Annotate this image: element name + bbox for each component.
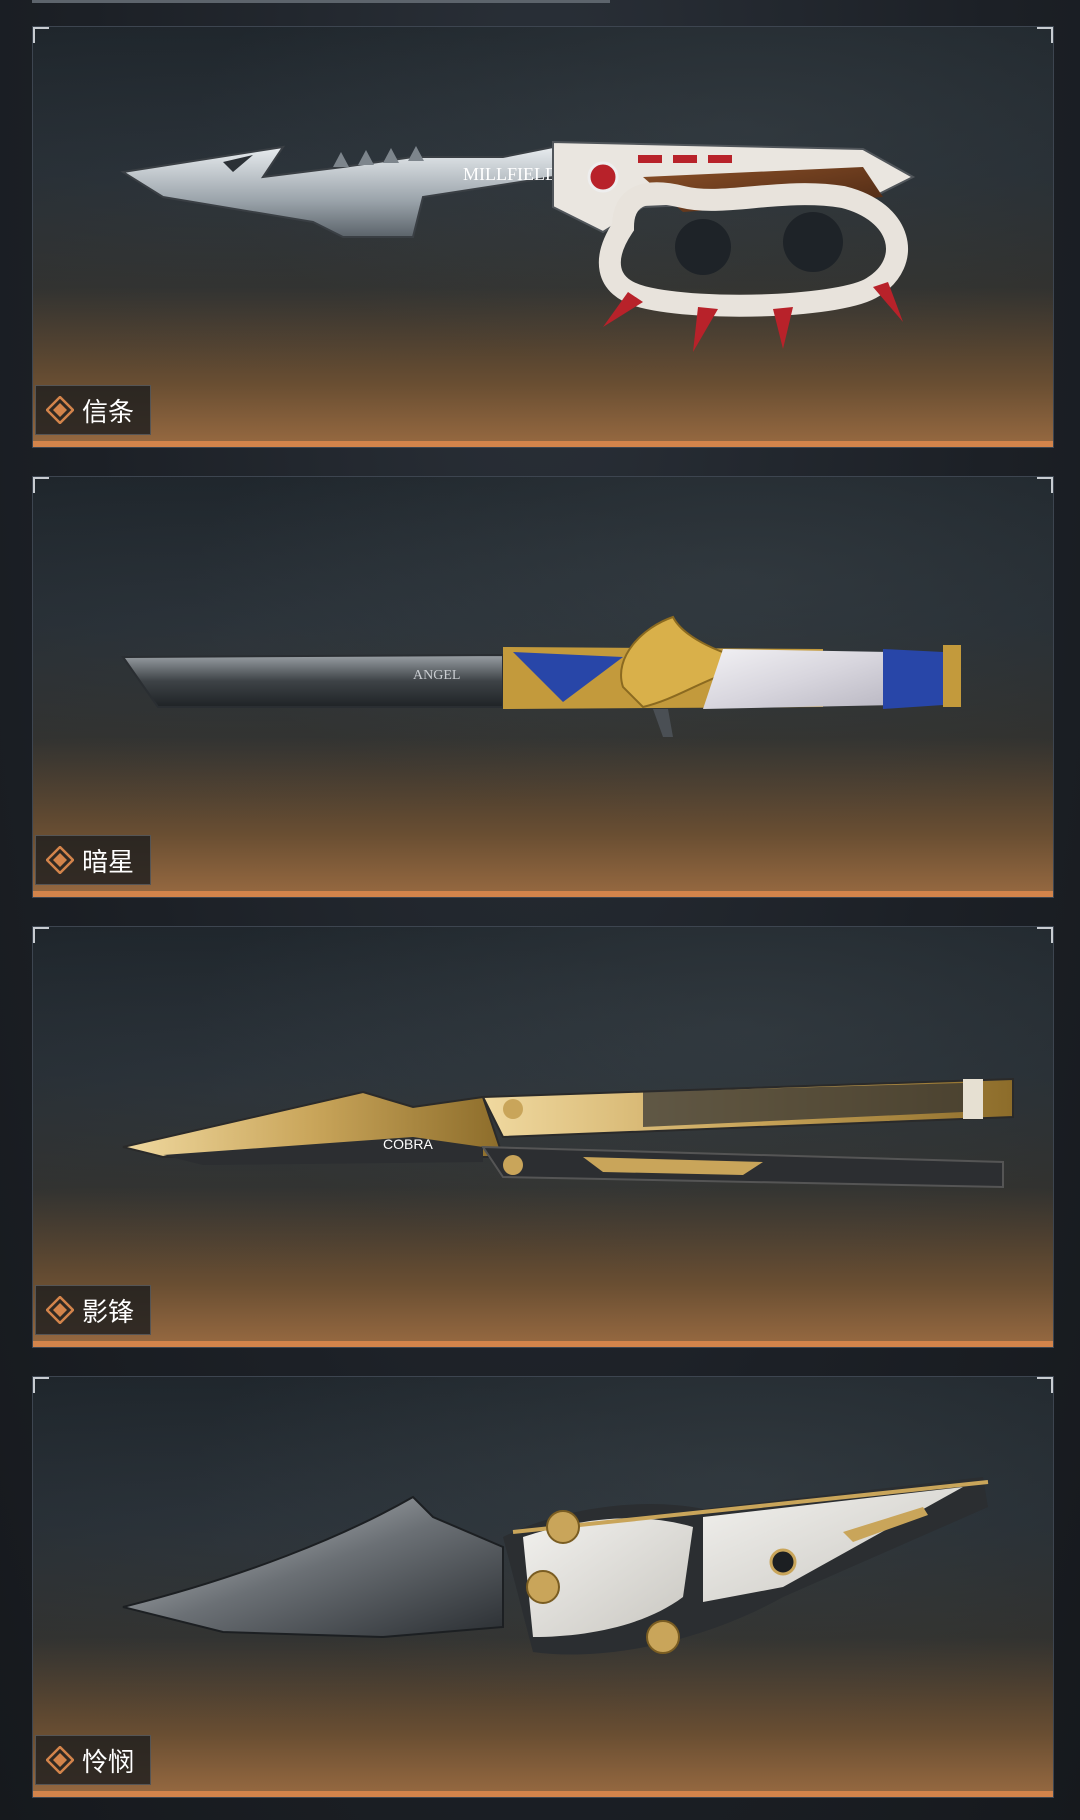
frame-corner — [33, 1377, 49, 1393]
knuckle-knife-image: MILLFIELD — [120, 140, 916, 352]
weapon-card-creed[interactable]: MILLFIELD 信条 — [32, 26, 1054, 448]
weapon-name-label: 信条 — [35, 385, 152, 435]
frame-corner — [1037, 927, 1053, 943]
weapon-name: 暗星 — [82, 847, 135, 878]
angel-knife-image: ANGEL — [121, 615, 961, 737]
top-divider — [32, 0, 610, 3]
weapon-name: 影锋 — [82, 1297, 135, 1328]
weapon-name: 信条 — [82, 397, 135, 428]
weapon-card-mercy[interactable]: 怜悯 — [32, 1376, 1054, 1798]
frame-corner — [1037, 1377, 1053, 1393]
diamond-icon — [46, 396, 74, 424]
weapon-gallery: MILLFIELD 信条 ANGEL 暗星 COBRA 影锋 怜悯 — [0, 0, 1080, 1820]
blade-mark: MILLFIELD — [463, 164, 558, 184]
blade-mark: ANGEL — [413, 668, 460, 683]
weapon-name: 怜悯 — [82, 1747, 135, 1778]
weapon-name-label: 暗星 — [35, 835, 152, 885]
diamond-icon — [46, 846, 74, 874]
frame-corner — [1037, 477, 1053, 493]
weapon-name-label: 怜悯 — [35, 1735, 152, 1785]
folding-knife-image — [122, 1477, 989, 1655]
weapon-name-label: 影锋 — [35, 1285, 152, 1335]
blade-mark: COBRA — [383, 1136, 433, 1152]
frame-corner — [33, 477, 49, 493]
diamond-icon — [46, 1296, 74, 1324]
frame-corner — [1037, 27, 1053, 43]
weapon-card-darkstar[interactable]: ANGEL 暗星 — [32, 476, 1054, 898]
frame-corner — [33, 927, 49, 943]
weapon-card-shadowblade[interactable]: COBRA 影锋 — [32, 926, 1054, 1348]
frame-corner — [33, 27, 49, 43]
diamond-icon — [46, 1746, 74, 1774]
butterfly-knife-image: COBRA — [122, 1077, 1014, 1189]
